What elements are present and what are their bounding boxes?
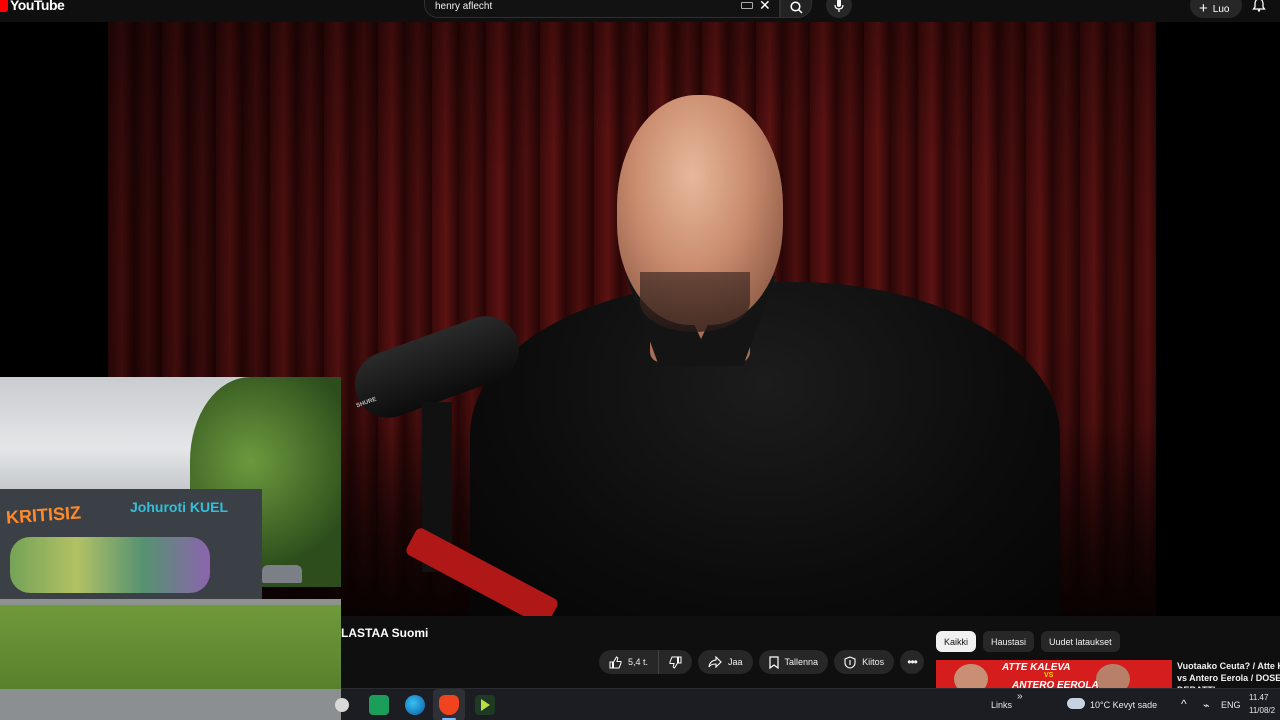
rec-title-line-2: vs Antero Eerola / DOSE xyxy=(1177,673,1280,683)
store-app-icon[interactable] xyxy=(369,695,389,715)
search-icon xyxy=(790,1,803,14)
input-language[interactable]: ENG xyxy=(1221,700,1241,710)
create-label: Luo xyxy=(1212,3,1230,15)
thumbnail-vs: VS xyxy=(1044,672,1054,679)
windows-taskbar: Links » 10°C Kevyt sade ^ ⌁ ENG 11.47 11… xyxy=(335,688,1280,720)
clear-search-icon[interactable]: ✕ xyxy=(759,0,771,12)
share-label: Jaa xyxy=(728,657,743,667)
video-info-panel: LASTAA Suomi 5,4 t. Jaa Tallenna Kiitos … xyxy=(341,616,1280,695)
action-bar: 5,4 t. Jaa Tallenna Kiitos ••• xyxy=(599,650,925,674)
graffiti-text-2: Johuroti KUEL xyxy=(130,499,228,515)
links-chevron-icon[interactable]: » xyxy=(1017,691,1023,702)
more-icon: ••• xyxy=(907,655,918,669)
microphone-icon xyxy=(834,0,844,12)
notifications-bell-icon[interactable] xyxy=(1252,0,1266,12)
thumbs-up-icon xyxy=(609,655,622,668)
youtube-logo[interactable]: YouTube xyxy=(0,0,65,16)
like-button[interactable]: 5,4 t. xyxy=(599,650,660,674)
more-actions-button[interactable]: ••• xyxy=(900,650,925,674)
top-bar: YouTube henry aflecht ✕ + Luo xyxy=(0,0,1280,22)
rec-title-line-1: Vuotaako Ceuta? / Atte K xyxy=(1177,661,1280,671)
recommended-video-thumbnail[interactable]: ATTE KALEVA VS ANTERO EEROLA xyxy=(936,660,1172,688)
thumbnail-face-left xyxy=(954,664,988,688)
thumbnail-face-right xyxy=(1096,664,1130,688)
chip-new-uploads[interactable]: Uudet lataukset xyxy=(1041,631,1120,652)
speaker-body xyxy=(470,282,1060,616)
recommendation-filter-chips: Kaikki Haustasi Uudet lataukset xyxy=(936,631,1120,652)
thanks-button[interactable]: Kiitos xyxy=(834,650,895,674)
thanks-label: Kiitos xyxy=(862,657,885,667)
network-icon[interactable]: ⌁ xyxy=(1203,699,1210,712)
voice-search-button[interactable] xyxy=(826,0,852,18)
webcam-overlay: KRITISIZ Johuroti KUEL xyxy=(0,377,341,720)
thumbnail-text-2: ANTERO EEROLA xyxy=(1012,680,1099,688)
clock-time[interactable]: 11.47 xyxy=(1249,693,1268,702)
tray-expand-icon[interactable]: ^ xyxy=(1181,697,1187,711)
play-icon xyxy=(481,699,490,711)
thumbs-down-icon xyxy=(669,656,682,669)
overlay-road xyxy=(0,689,341,720)
speaker-beard xyxy=(640,272,750,332)
save-label: Tallenna xyxy=(784,657,819,667)
dislike-button[interactable] xyxy=(659,650,692,674)
keyboard-icon[interactable] xyxy=(741,2,753,9)
media-app-icon[interactable] xyxy=(475,695,495,715)
chip-all[interactable]: Kaikki xyxy=(936,631,977,652)
screen: YouTube henry aflecht ✕ + Luo SHURE KRIT… xyxy=(0,0,1280,720)
like-dislike-group: 5,4 t. xyxy=(599,650,693,674)
edge-browser-icon[interactable] xyxy=(405,695,425,715)
recommended-video[interactable]: ATTE KALEVA VS ANTERO EEROLA Vuotaako Ce… xyxy=(936,660,1280,695)
search-input[interactable]: henry aflecht xyxy=(435,1,492,12)
brave-browser-icon[interactable] xyxy=(439,695,459,715)
youtube-logo-text: YouTube xyxy=(10,0,65,13)
search-button[interactable] xyxy=(780,0,812,18)
clock-date[interactable]: 11/08/2 xyxy=(1249,706,1275,715)
thumbnail-text-1: ATTE KALEVA xyxy=(1002,662,1071,673)
super-thanks-icon xyxy=(844,655,856,669)
app-icon-partial[interactable] xyxy=(335,698,349,712)
chip-for-you[interactable]: Haustasi xyxy=(983,631,1035,652)
save-button[interactable]: Tallenna xyxy=(758,650,829,674)
video-title: LASTAA Suomi xyxy=(341,626,429,640)
create-button[interactable]: + Luo xyxy=(1190,0,1242,18)
links-toolbar[interactable]: Links xyxy=(991,700,1012,710)
weather-cloud-icon[interactable] xyxy=(1067,698,1085,709)
parked-car xyxy=(262,565,302,583)
youtube-logo-icon xyxy=(0,0,8,12)
share-button[interactable]: Jaa xyxy=(698,650,753,674)
weather-text[interactable]: 10°C Kevyt sade xyxy=(1090,700,1157,710)
overlay-grass xyxy=(0,605,341,695)
graffiti-mural xyxy=(10,537,210,593)
share-icon xyxy=(708,656,722,668)
plus-icon: + xyxy=(1199,0,1208,17)
bookmark-icon xyxy=(768,655,779,669)
search-box[interactable]: henry aflecht ✕ xyxy=(424,0,780,18)
like-count: 5,4 t. xyxy=(628,657,649,667)
